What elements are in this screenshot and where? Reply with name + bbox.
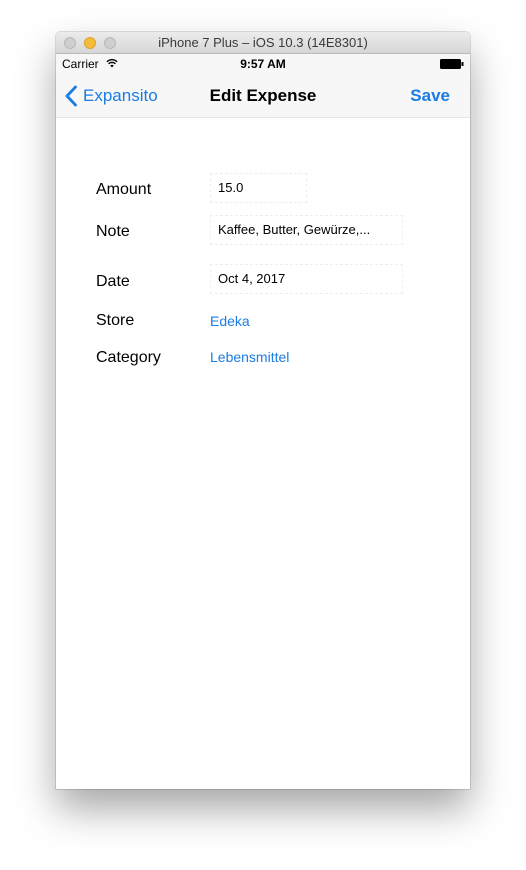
amount-label: Amount: [96, 181, 152, 198]
navigation-bar: Expansito Edit Expense Save: [56, 74, 470, 118]
date-label: Date: [96, 273, 130, 290]
note-label: Note: [96, 223, 130, 240]
date-field[interactable]: Oct 4, 2017: [210, 264, 403, 294]
simulator-window: iPhone 7 Plus – iOS 10.3 (14E8301) Carri…: [56, 32, 470, 789]
window-titlebar: iPhone 7 Plus – iOS 10.3 (14E8301): [56, 32, 470, 54]
status-time: 9:57 AM: [240, 57, 286, 71]
back-button-label: Expansito: [83, 86, 158, 105]
chevron-left-icon: [65, 85, 77, 107]
amount-field[interactable]: 15.0: [210, 173, 307, 203]
store-label: Store: [96, 312, 135, 329]
battery-icon: [440, 59, 464, 69]
note-field[interactable]: Kaffee, Butter, Gewürze,...: [210, 215, 403, 245]
window-title: iPhone 7 Plus – iOS 10.3 (14E8301): [158, 35, 368, 50]
ios-status-bar: Carrier 9:57 AM: [56, 54, 470, 74]
category-value-link[interactable]: Lebensmittel: [210, 349, 289, 365]
back-button[interactable]: Expansito: [64, 74, 158, 118]
save-button[interactable]: Save: [410, 74, 450, 118]
store-value-link[interactable]: Edeka: [210, 313, 250, 329]
category-label: Category: [96, 349, 161, 366]
